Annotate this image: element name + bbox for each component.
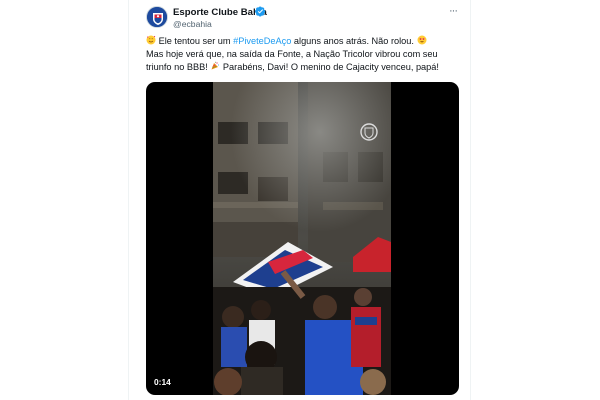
tweet-text-part: Ele tentou ser um xyxy=(158,36,234,46)
party-popper-emoji xyxy=(211,61,220,70)
tweet-text-part: alguns anos atrás. Não rolou. xyxy=(291,36,414,46)
club-crest-icon[interactable] xyxy=(146,6,168,28)
tweet-line-2: Mas hoje verá que, na saída da Fonte, a … xyxy=(146,49,438,59)
video-thumbnail xyxy=(213,82,391,395)
tweet-text-part: Parabéns, Davi! O menino de Cajacity ven… xyxy=(220,62,439,72)
hashtag-link[interactable]: #PiveteDeAço xyxy=(233,36,291,46)
video-duration: 0:14 xyxy=(154,377,171,387)
smiling-face-with-hearts-emoji xyxy=(146,35,156,45)
author-handle[interactable]: @ecbahia xyxy=(173,19,212,29)
author-name[interactable]: Esporte Clube Bahia xyxy=(173,7,267,18)
more-options-icon[interactable]: ··· xyxy=(446,6,460,17)
tweet-line-3: triunfo no BBB! Parabéns, Davi! O menino… xyxy=(146,61,466,74)
tweet-line-1: Ele tentou ser um #PiveteDeAço alguns an… xyxy=(146,35,466,48)
verified-badge-icon xyxy=(255,6,266,17)
video-player[interactable]: 0:14 xyxy=(146,82,459,395)
star-struck-emoji xyxy=(417,35,426,45)
tweet-card[interactable]: Esporte Clube Bahia @ecbahia ··· Ele ten… xyxy=(128,0,471,400)
tweet-text: Ele tentou ser um #PiveteDeAço alguns an… xyxy=(146,35,466,74)
tweet-text-part: triunfo no BBB! xyxy=(146,62,208,72)
